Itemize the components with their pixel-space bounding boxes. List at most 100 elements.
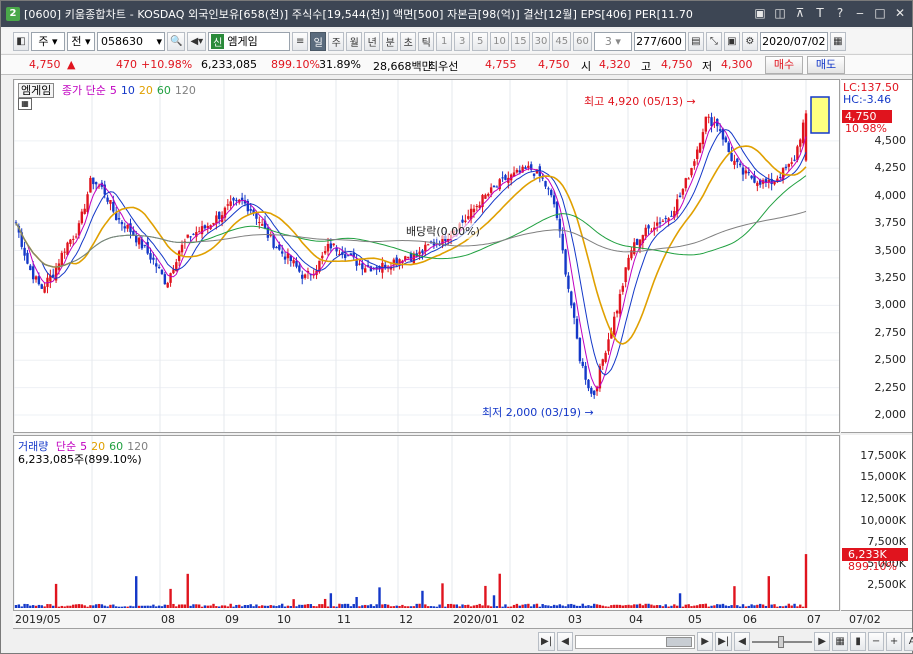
zoom-slider-right-icon[interactable]: ▶ [814,632,831,651]
pin-icon[interactable]: ⊼ [792,5,808,21]
candle-body [592,390,596,396]
minimize-icon[interactable]: ‒ [852,5,868,21]
table-view-icon[interactable]: ▦ [18,98,32,110]
period-day-button[interactable]: 일 [310,31,327,51]
volume-bar [37,604,41,608]
close-icon[interactable]: ✕ [892,5,908,21]
period-minute-button[interactable]: 분 [382,31,399,51]
full-view-icon[interactable]: ▦ [832,632,849,651]
price-chart-pane[interactable]: 엠게임 종가 단순 5 10 20 60 120 ▦ 최고 4,920 (05/13) →… [13,79,840,433]
x-axis-label: 07 [93,613,107,626]
data-count-field[interactable]: 277/600 [633,31,686,51]
candle-body [793,159,796,161]
period-second-button[interactable]: 초 [400,31,417,51]
scroll-track[interactable] [575,634,696,649]
candle-body [727,142,730,153]
period-month-button[interactable]: 월 [346,31,363,51]
volume-bar [135,576,138,608]
volume-bar [429,606,433,608]
sell-button[interactable]: 매도 [807,56,845,74]
volume-bar [538,606,542,608]
text-size-icon[interactable]: A [904,632,913,651]
volume-bar [592,603,596,608]
search-icon[interactable]: 🔍 [167,31,186,51]
interval-3-button[interactable]: 3 [454,31,471,51]
period-type-select[interactable]: 전 ▾ [67,31,95,51]
volume-tick-label: 17,500K [860,448,906,462]
buy-button[interactable]: 매수 [765,56,803,74]
stock-list-icon[interactable]: ≡ [292,31,309,51]
volume-bar [572,604,576,608]
interval-45-button[interactable]: 45 [552,31,572,51]
turnover-ratio: 31.89% [319,58,361,71]
candle-body [112,201,115,212]
ma60-label: 60 [156,84,171,97]
volume-chart-pane[interactable]: 거래량 단순 5 20 60 120 6,233,085주(899.10%) [13,435,840,611]
bar-view-icon[interactable]: ▮ [850,632,867,651]
volume-bar [180,604,184,608]
candle-body [229,201,232,207]
stock-name-field[interactable]: 신 엠게임 [208,31,291,51]
period-week-button[interactable]: 주 [328,31,345,51]
date-input[interactable]: 2020/07/02 [759,31,828,51]
restore-icon[interactable]: ◫ [772,5,788,21]
interval-10-button[interactable]: 10 [490,31,509,51]
font-size-icon[interactable]: T [812,5,828,21]
scroll-last-icon[interactable]: ▶| [715,632,733,651]
candle-body [421,250,424,254]
draw-tool-icon[interactable]: ⤡ [705,31,722,51]
save-window-icon[interactable]: ▣ [752,5,768,21]
chart-list-icon[interactable]: ▤ [687,31,704,51]
layout-icon[interactable]: ◧ [13,31,29,51]
interval-30-button[interactable]: 30 [531,31,551,51]
scroll-thumb[interactable] [666,636,693,647]
volume-bar [438,604,441,608]
maximize-icon[interactable]: □ [872,5,888,21]
volume-bar [532,604,536,608]
price-chart-canvas[interactable] [14,80,839,432]
stock-code-input[interactable]: 058630 ▾ [97,31,165,51]
volume-bar [46,604,49,608]
candle-body [664,218,667,220]
volume-bar [378,587,381,608]
price-tick-label: 3,500 [874,243,907,257]
candle-body [627,257,630,270]
calendar-icon[interactable]: ▦ [829,31,846,51]
zoom-out-icon[interactable]: − [868,632,885,651]
zoom-slider[interactable] [752,635,813,649]
period-year-button[interactable]: 년 [364,31,381,51]
interval-select[interactable]: 3 ▾ [593,31,632,51]
settings-gear-icon[interactable]: ⚙ [741,31,758,51]
interval-15-button[interactable]: 15 [510,31,530,51]
volume-value-label: 6,233,085주(899.10%) [18,453,142,466]
candle-body [275,246,278,249]
volume-bar [358,606,361,608]
candle-body [730,152,733,162]
period-tick-button[interactable]: 틱 [418,31,435,51]
scroll-left-icon[interactable]: ◀ [557,632,574,651]
zoom-slider-left-icon[interactable]: ◀ [734,632,751,651]
save-icon[interactable]: ▣ [723,31,740,51]
scroll-right-icon[interactable]: ▶ [697,632,714,651]
interval-1-button[interactable]: 1 [436,31,453,51]
interval-60-button[interactable]: 60 [573,31,592,51]
high-annotation-text: 최고 4,920 (05/13) [584,95,684,108]
volume-bar [796,606,799,608]
zoom-slider-thumb[interactable] [778,635,785,648]
interval-5-button[interactable]: 5 [472,31,489,51]
market-select[interactable]: 주 ▾ [31,31,65,51]
candle-body [37,276,41,285]
stock-tag[interactable]: 엠게임 [18,83,55,98]
zoom-in-icon[interactable]: + [886,632,903,651]
volume-bar [655,605,659,608]
volume-bar [100,604,104,608]
candle-body [149,253,152,260]
volume-bar [624,605,627,608]
volume-bar [790,605,793,608]
candle-body [232,198,235,201]
candle-body [364,268,367,273]
scroll-first-icon[interactable]: ▶| [538,632,556,651]
date-axis: 2019/05 07 08 09 10 11 12 2020/01 02 03 04 05 06 07 0… [13,611,912,629]
speaker-icon[interactable]: ◀▾ [187,31,207,51]
help-icon[interactable]: ? [832,5,848,21]
